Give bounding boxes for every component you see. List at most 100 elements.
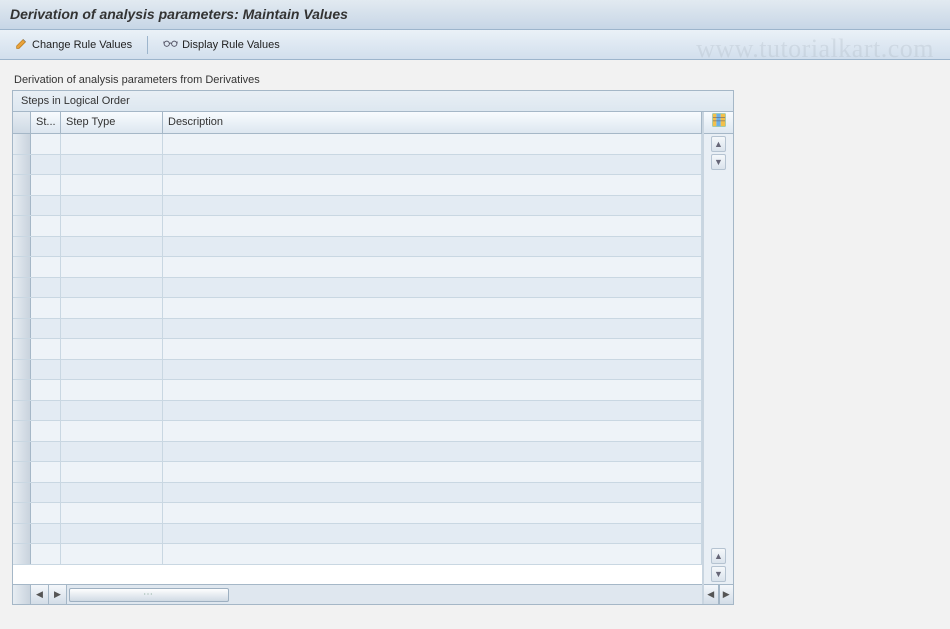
- table-row[interactable]: [13, 524, 702, 545]
- scroll-up-button[interactable]: ▲: [711, 136, 726, 152]
- scroll-right-end-button[interactable]: ▶: [719, 585, 734, 604]
- cell-status[interactable]: [31, 257, 61, 277]
- cell-step-type[interactable]: [61, 503, 163, 523]
- cell-description[interactable]: [163, 216, 702, 236]
- cell-status[interactable]: [31, 360, 61, 380]
- cell-step-type[interactable]: [61, 462, 163, 482]
- row-selector-head[interactable]: [13, 112, 31, 133]
- cell-step-type[interactable]: [61, 237, 163, 257]
- cell-description[interactable]: [163, 257, 702, 277]
- cell-status[interactable]: [31, 319, 61, 339]
- row-selector[interactable]: [13, 155, 31, 175]
- hscroll-thumb[interactable]: [69, 588, 229, 602]
- table-row[interactable]: [13, 216, 702, 237]
- page-left-button[interactable]: ▶: [49, 585, 67, 604]
- cell-status[interactable]: [31, 216, 61, 236]
- col-step-type[interactable]: Step Type: [61, 112, 163, 133]
- cell-description[interactable]: [163, 421, 702, 441]
- vscroll-track[interactable]: [711, 170, 726, 548]
- row-selector[interactable]: [13, 134, 31, 154]
- cell-status[interactable]: [31, 237, 61, 257]
- table-row[interactable]: [13, 319, 702, 340]
- cell-description[interactable]: [163, 380, 702, 400]
- cell-step-type[interactable]: [61, 175, 163, 195]
- row-selector[interactable]: [13, 319, 31, 339]
- row-selector[interactable]: [13, 462, 31, 482]
- cell-status[interactable]: [31, 298, 61, 318]
- scroll-left-button[interactable]: ◀: [31, 585, 49, 604]
- cell-status[interactable]: [31, 442, 61, 462]
- cell-step-type[interactable]: [61, 544, 163, 564]
- cell-status[interactable]: [31, 380, 61, 400]
- cell-description[interactable]: [163, 339, 702, 359]
- table-row[interactable]: [13, 175, 702, 196]
- table-row[interactable]: [13, 298, 702, 319]
- table-row[interactable]: [13, 237, 702, 258]
- row-selector[interactable]: [13, 421, 31, 441]
- cell-description[interactable]: [163, 503, 702, 523]
- table-row[interactable]: [13, 155, 702, 176]
- cell-step-type[interactable]: [61, 401, 163, 421]
- cell-description[interactable]: [163, 134, 702, 154]
- hscroll-track[interactable]: [67, 585, 702, 604]
- cell-description[interactable]: [163, 544, 702, 564]
- table-row[interactable]: [13, 196, 702, 217]
- table-row[interactable]: [13, 339, 702, 360]
- cell-description[interactable]: [163, 401, 702, 421]
- cell-status[interactable]: [31, 421, 61, 441]
- cell-description[interactable]: [163, 483, 702, 503]
- cell-status[interactable]: [31, 401, 61, 421]
- cell-step-type[interactable]: [61, 524, 163, 544]
- change-rule-values-button[interactable]: Change Rule Values: [8, 34, 139, 56]
- table-row[interactable]: [13, 134, 702, 155]
- row-selector[interactable]: [13, 544, 31, 564]
- cell-status[interactable]: [31, 503, 61, 523]
- cell-description[interactable]: [163, 524, 702, 544]
- table-row[interactable]: [13, 380, 702, 401]
- cell-status[interactable]: [31, 544, 61, 564]
- table-settings-button[interactable]: [704, 112, 733, 134]
- row-selector[interactable]: [13, 442, 31, 462]
- table-row[interactable]: [13, 278, 702, 299]
- cell-step-type[interactable]: [61, 421, 163, 441]
- row-selector[interactable]: [13, 257, 31, 277]
- table-row[interactable]: [13, 421, 702, 442]
- cell-step-type[interactable]: [61, 319, 163, 339]
- cell-step-type[interactable]: [61, 155, 163, 175]
- table-row[interactable]: [13, 257, 702, 278]
- row-selector[interactable]: [13, 237, 31, 257]
- table-row[interactable]: [13, 442, 702, 463]
- cell-step-type[interactable]: [61, 298, 163, 318]
- cell-description[interactable]: [163, 462, 702, 482]
- cell-description[interactable]: [163, 175, 702, 195]
- row-selector[interactable]: [13, 278, 31, 298]
- cell-step-type[interactable]: [61, 216, 163, 236]
- cell-status[interactable]: [31, 155, 61, 175]
- row-selector[interactable]: [13, 360, 31, 380]
- cell-status[interactable]: [31, 278, 61, 298]
- row-selector[interactable]: [13, 401, 31, 421]
- scroll-left-end-button[interactable]: ◀: [704, 585, 719, 604]
- table-row[interactable]: [13, 544, 702, 565]
- cell-step-type[interactable]: [61, 442, 163, 462]
- cell-status[interactable]: [31, 134, 61, 154]
- row-selector[interactable]: [13, 524, 31, 544]
- page-up-button[interactable]: ▼: [711, 154, 726, 170]
- table-row[interactable]: [13, 462, 702, 483]
- cell-status[interactable]: [31, 483, 61, 503]
- scroll-down-button[interactable]: ▼: [711, 566, 726, 582]
- cell-status[interactable]: [31, 196, 61, 216]
- cell-description[interactable]: [163, 278, 702, 298]
- cell-step-type[interactable]: [61, 339, 163, 359]
- page-down-button[interactable]: ▲: [711, 548, 726, 564]
- cell-status[interactable]: [31, 339, 61, 359]
- cell-description[interactable]: [163, 360, 702, 380]
- cell-description[interactable]: [163, 298, 702, 318]
- cell-status[interactable]: [31, 524, 61, 544]
- table-row[interactable]: [13, 483, 702, 504]
- cell-description[interactable]: [163, 237, 702, 257]
- cell-description[interactable]: [163, 319, 702, 339]
- cell-step-type[interactable]: [61, 278, 163, 298]
- cell-description[interactable]: [163, 155, 702, 175]
- table-row[interactable]: [13, 401, 702, 422]
